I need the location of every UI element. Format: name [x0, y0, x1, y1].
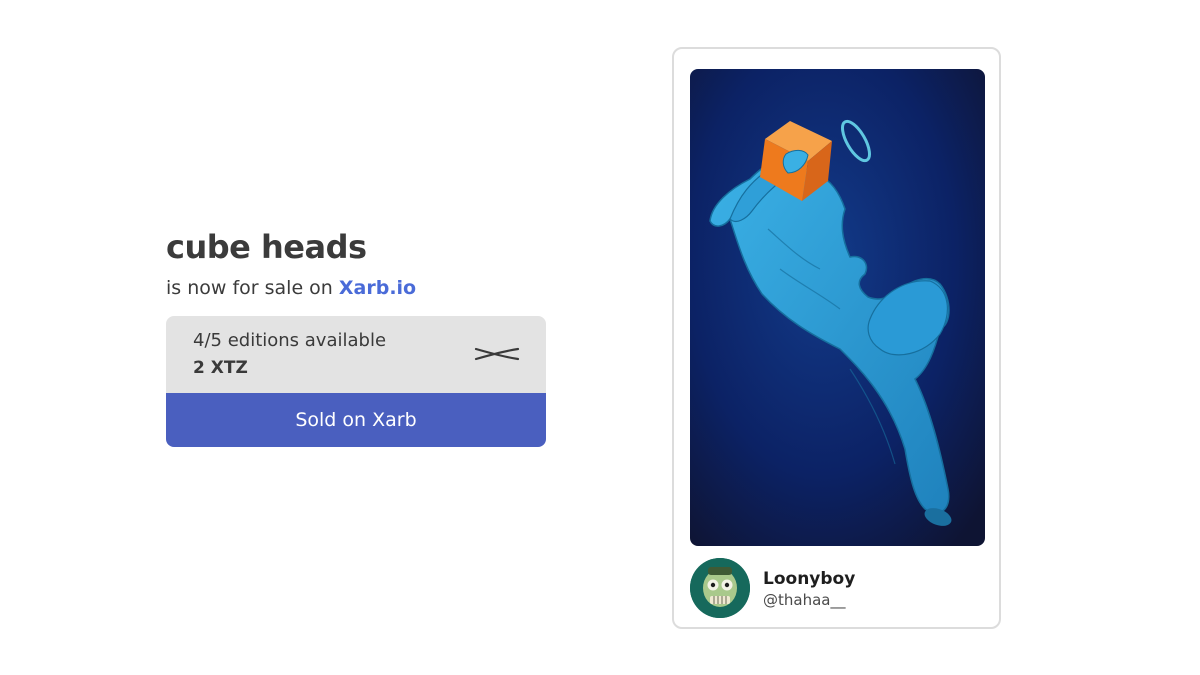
xarb-logo-icon — [474, 343, 520, 365]
promo-section: cube heads is now for sale on Xarb.io — [166, 226, 546, 301]
listing-card: 4/5 editions available 2 XTZ Sold on Xar… — [166, 316, 546, 447]
avatar-image[interactable] — [690, 558, 750, 618]
artwork-title: cube heads — [166, 228, 367, 266]
nft-card: Loonyboy @thahaa__ — [672, 47, 1001, 629]
creator-handle[interactable]: @thahaa__ — [763, 590, 845, 610]
sold-on-xarb-button[interactable]: Sold on Xarb — [166, 393, 546, 447]
sale-subtitle-text: is now for sale on — [166, 277, 339, 299]
creator-name[interactable]: Loonyboy — [763, 568, 855, 590]
artwork-image[interactable] — [690, 69, 985, 546]
sale-subtitle: is now for sale on Xarb.io — [166, 275, 546, 301]
marketplace-link[interactable]: Xarb.io — [339, 277, 416, 299]
listing-info: 4/5 editions available 2 XTZ — [166, 316, 546, 393]
